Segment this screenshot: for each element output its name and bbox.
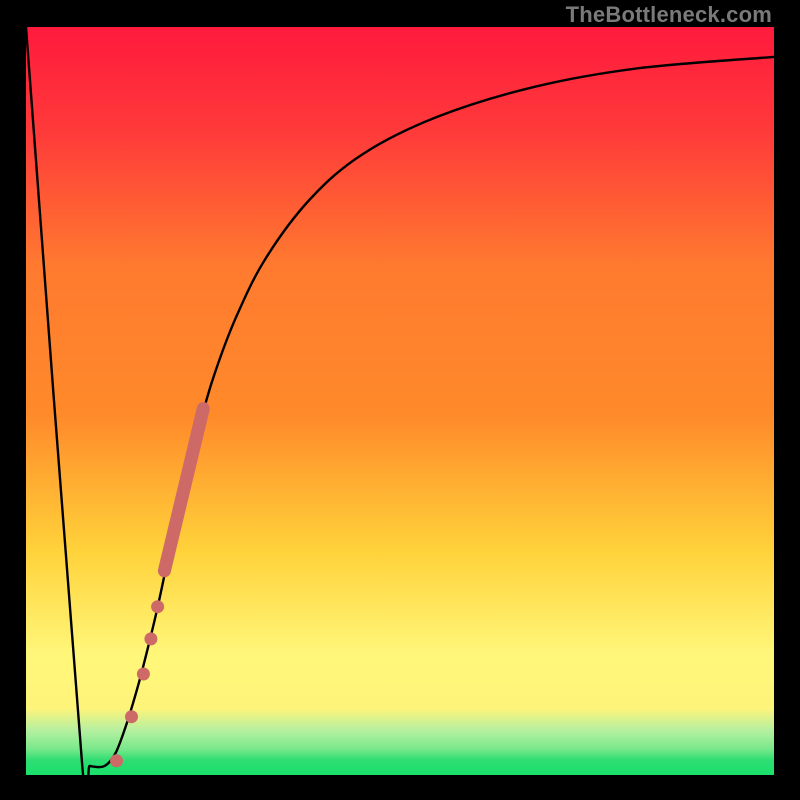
marker-dot xyxy=(110,754,123,767)
watermark-text: TheBottleneck.com xyxy=(566,2,772,28)
marker-dot xyxy=(151,600,164,613)
outer-frame: TheBottleneck.com xyxy=(0,0,800,800)
marker-dot xyxy=(137,668,150,681)
plot-area xyxy=(26,27,774,775)
marker-dot xyxy=(144,632,157,645)
gradient-background xyxy=(26,27,774,775)
marker-dot xyxy=(125,710,138,723)
chart-canvas xyxy=(26,27,774,775)
